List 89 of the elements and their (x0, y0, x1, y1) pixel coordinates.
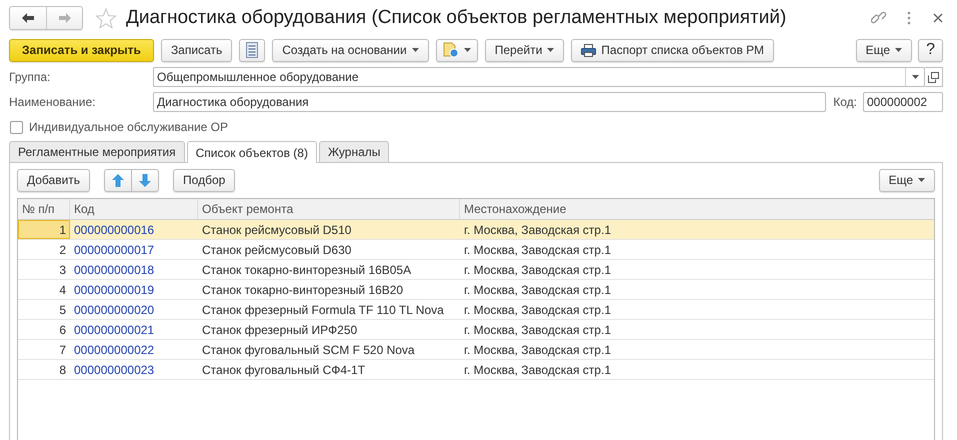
close-icon[interactable] (933, 13, 943, 23)
window-title: Диагностика оборудования (Список объектов регламентных мероприятий) (126, 7, 786, 29)
save-and-close-button[interactable]: Записать и закрыть (9, 38, 154, 62)
caret-icon[interactable] (912, 75, 918, 79)
print-button[interactable]: Паспорт списка объектов РМ (571, 38, 774, 62)
table-cell-text: 5 (58, 302, 67, 318)
table-cell-text: 4 (58, 282, 67, 298)
table-cell: 1 (18, 220, 70, 239)
menu-button[interactable]: Перейти (484, 38, 564, 62)
table-cell-text: 8 (58, 362, 67, 378)
table-cell-text: Станок фуговальный СФ4-1Т (201, 362, 366, 378)
name-field[interactable]: Диагностика оборудования (153, 92, 826, 112)
document-list-icon (246, 42, 258, 58)
tab[interactable]: Список объектов (8) (186, 141, 317, 163)
open-button[interactable] (925, 67, 943, 87)
table-row[interactable]: 7 000000000022 Станок фуговальный SCM F 520 Nova г. Москва, Заводская стр.1 (18, 340, 934, 360)
table-cell-text: г. Москва, Заводская стр.1 (463, 322, 612, 338)
open-window-icon (928, 72, 939, 82)
checkbox[interactable] (10, 120, 23, 134)
table-cell-text: г. Москва, Заводская стр.1 (463, 282, 612, 298)
menu-button[interactable]: Создать на основании (272, 38, 429, 62)
column-header[interactable]: Код (70, 199, 198, 219)
table-cell-text: Станок фуговальный SCM F 520 Nova (201, 342, 416, 358)
checkbox-label: Индивидуальное обслуживание ОР (29, 120, 228, 134)
table-cell-text: Станок рейсмусовый D510 (201, 222, 352, 238)
table-cell-text: 3 (58, 262, 67, 278)
table-cell-text: г. Москва, Заводская стр.1 (463, 362, 612, 378)
table-cell-text: Станок рейсмусовый D630 (201, 242, 352, 258)
code-field[interactable]: 000000002 (863, 92, 943, 112)
toolbar-button[interactable]: Записать (160, 38, 232, 62)
code-label: Код: (833, 95, 857, 109)
table-cell-text: 000000000018 (73, 262, 156, 278)
toolbar-button[interactable]: Добавить (17, 168, 90, 192)
table-cell-text: Станок токарно-винторезный 16В20 (201, 282, 404, 298)
caret-icon (464, 48, 471, 52)
caret-icon (547, 48, 554, 52)
group-label: Группа: (9, 70, 52, 84)
column-header[interactable]: № п/п (18, 199, 70, 219)
document-icon (442, 42, 459, 58)
more-button[interactable]: Еще (856, 38, 912, 62)
table-cell-text: 000000000017 (73, 242, 156, 258)
table-cell-text: 7 (58, 342, 67, 358)
column-header[interactable]: Местонахождение (460, 199, 934, 219)
down-arrow-icon (139, 174, 152, 186)
table-cell-text: Станок токарно-винторезный 16В05А (201, 262, 412, 278)
table-cell-text: 000000000019 (73, 282, 156, 298)
caret-icon (412, 48, 419, 52)
table-cell-text: 000000000021 (73, 322, 156, 338)
table-cell-text: 6 (58, 322, 67, 338)
table-cell-text: 000000000016 (73, 222, 156, 238)
name-label: Наименование: (9, 95, 97, 109)
table-cell-text: 000000000020 (73, 302, 156, 318)
caret-icon (918, 178, 925, 182)
tab[interactable]: Журналы (318, 141, 390, 162)
table-row[interactable]: 6 000000000021 Станок фрезерный ИРФ250 г. Москва, Заводская стр.1 (18, 320, 934, 340)
group-field[interactable]: Общепромышленное оборудование (153, 67, 925, 87)
table-row[interactable]: 2 000000000017 Станок рейсмусовый D630 г. Москва, Заводская стр.1 (18, 240, 934, 260)
move-down-button[interactable] (132, 168, 160, 192)
help-button[interactable]: ? (918, 38, 943, 62)
table-cell-text: 000000000023 (73, 362, 156, 378)
more-button[interactable]: Еще (878, 168, 935, 192)
caret-icon (895, 48, 902, 52)
table-cell-text: г. Москва, Заводская стр.1 (463, 342, 612, 358)
table-cell-text: г. Москва, Заводская стр.1 (463, 222, 612, 238)
table-cell-text: Станок фрезерный Formula TF 110 TL Nova (201, 302, 445, 318)
table-cell-text: г. Москва, Заводская стр.1 (463, 302, 612, 318)
star-icon[interactable] (95, 8, 117, 28)
table-row[interactable]: 3 000000000018 Станок токарно-винторезный 16В05А г. Москва, Заводская стр.1 (18, 260, 934, 280)
link-icon[interactable] (871, 10, 887, 26)
toolbar-button[interactable]: Подбор (173, 168, 236, 192)
move-up-button[interactable] (104, 168, 132, 192)
table-row[interactable]: 1 000000000016 Станок рейсмусовый D510 г. Москва, Заводская стр.1 (18, 220, 934, 240)
left-arrow-icon (21, 12, 35, 24)
table-cell-text: 000000000022 (73, 342, 156, 358)
list-button[interactable] (239, 38, 266, 62)
tab[interactable]: Регламентные мероприятия (9, 141, 185, 162)
more-icon[interactable] (907, 11, 911, 25)
right-arrow-icon (58, 12, 72, 24)
up-arrow-icon (112, 174, 124, 186)
column-header[interactable]: Объект ремонта (198, 199, 460, 219)
table-cell-text: Станок фрезерный ИРФ250 (201, 322, 358, 338)
table-row[interactable]: 4 000000000019 Станок токарно-винторезный 16В20 г. Москва, Заводская стр.1 (18, 280, 934, 300)
reports-button[interactable] (436, 38, 478, 62)
table-row[interactable]: 8 000000000023 Станок фуговальный СФ4-1Т г. Москва, Заводская стр.1 (18, 360, 934, 380)
table-cell-text: 2 (58, 242, 67, 258)
table-row[interactable]: 5 000000000020 Станок фрезерный Formula TF 110 TL Nova г. Москва, Заводская стр.1 (18, 300, 934, 320)
table-cell-text: г. Москва, Заводская стр.1 (463, 262, 612, 278)
table-cell-text: г. Москва, Заводская стр.1 (463, 242, 612, 258)
printer-icon (581, 44, 596, 56)
